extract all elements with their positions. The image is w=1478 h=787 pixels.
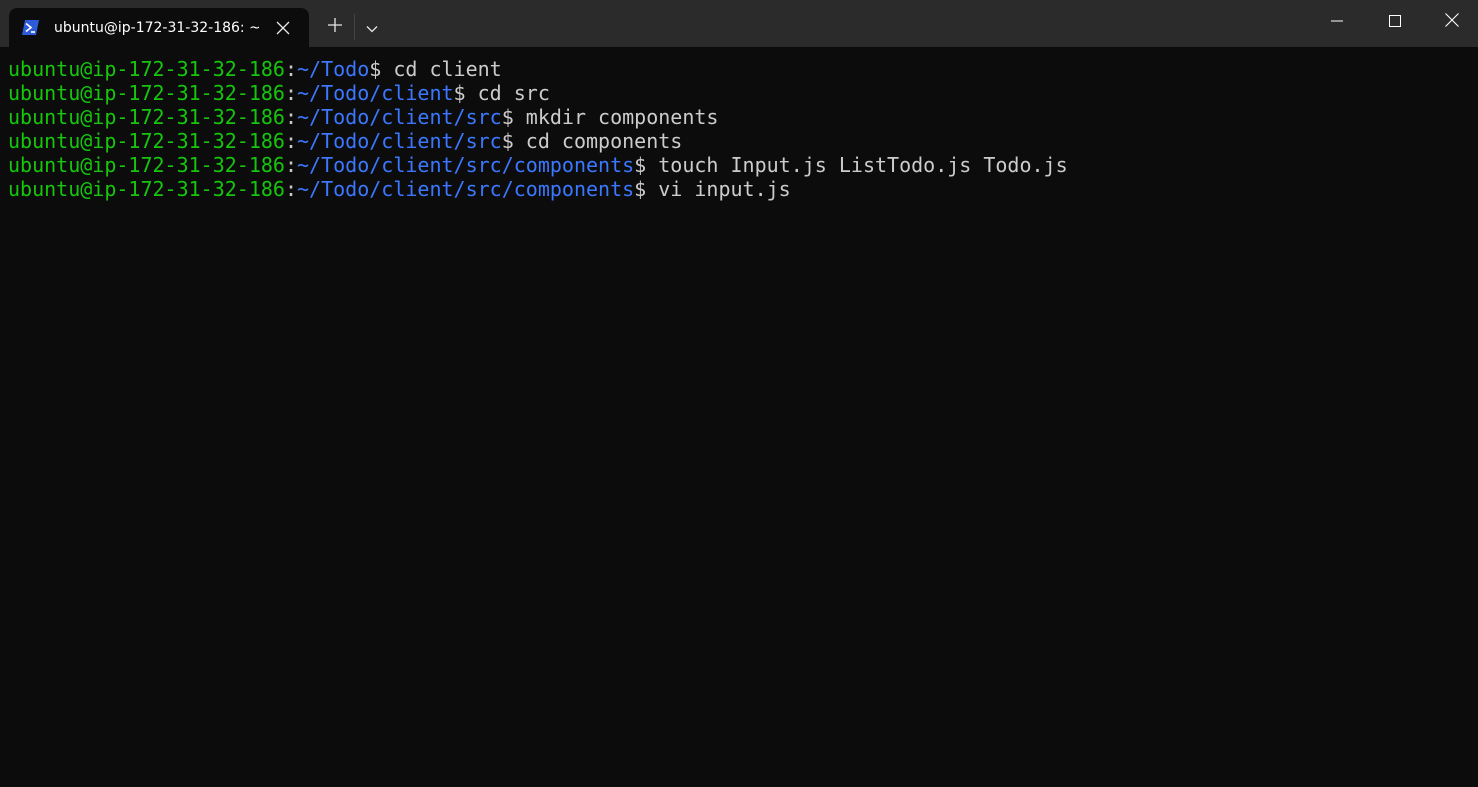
minimize-button[interactable] [1308, 0, 1365, 42]
minimize-icon [1330, 12, 1343, 31]
command-text: mkdir components [513, 105, 719, 129]
terminal-line: ubuntu@ip-172-31-32-186:~/Todo/client/sr… [8, 105, 1478, 129]
plus-icon [327, 17, 343, 37]
terminal-line: ubuntu@ip-172-31-32-186:~/Todo/client/sr… [8, 129, 1478, 153]
prompt-separator: : [284, 177, 297, 201]
command-text: cd src [465, 81, 550, 105]
prompt-path: ~/Todo/client/src [297, 129, 502, 153]
prompt-symbol: $ [634, 153, 647, 177]
prompt-separator: : [284, 81, 297, 105]
prompt-user: ubuntu@ip-172-31-32-186 [8, 57, 285, 81]
chevron-down-icon [366, 18, 378, 37]
prompt-symbol: $ [501, 129, 514, 153]
new-tab-button[interactable] [318, 11, 352, 43]
prompt-path: ~/Todo/client/src/components [297, 177, 635, 201]
command-text: vi input.js [646, 177, 791, 201]
terminal-line: ubuntu@ip-172-31-32-186:~/Todo/client/sr… [8, 153, 1478, 177]
close-window-button[interactable] [1423, 0, 1478, 42]
powershell-icon [22, 19, 39, 36]
maximize-button[interactable] [1366, 0, 1423, 42]
prompt-symbol: $ [453, 81, 466, 105]
tab-close-icon[interactable] [275, 20, 291, 36]
prompt-separator: : [284, 129, 297, 153]
prompt-separator: : [284, 153, 297, 177]
terminal-window: ubuntu@ip-172-31-32-186: ~/Todo/client/s… [0, 0, 1478, 787]
prompt-separator: : [284, 57, 297, 81]
prompt-user: ubuntu@ip-172-31-32-186 [8, 129, 285, 153]
prompt-symbol: $ [501, 105, 514, 129]
command-text: touch Input.js ListTodo.js Todo.js [646, 153, 1068, 177]
prompt-user: ubuntu@ip-172-31-32-186 [8, 105, 285, 129]
tab-separator [354, 14, 355, 40]
prompt-symbol: $ [369, 57, 382, 81]
terminal-line: ubuntu@ip-172-31-32-186:~/Todo/client/sr… [8, 177, 1478, 201]
close-icon [1444, 12, 1459, 31]
terminal-output[interactable]: ubuntu@ip-172-31-32-186:~/Todo$ cd clien… [0, 47, 1478, 787]
prompt-user: ubuntu@ip-172-31-32-186 [8, 177, 285, 201]
command-text: cd components [513, 129, 683, 153]
prompt-path: ~/Todo [297, 57, 370, 81]
prompt-path: ~/Todo/client/src/components [297, 153, 635, 177]
prompt-separator: : [284, 105, 297, 129]
prompt-path: ~/Todo/client/src [297, 105, 502, 129]
tab-title: ubuntu@ip-172-31-32-186: ~/Todo/client/s… [54, 20, 259, 36]
terminal-line: ubuntu@ip-172-31-32-186:~/Todo/client$ c… [8, 81, 1478, 105]
tab-dropdown-button[interactable] [358, 11, 386, 43]
prompt-symbol: $ [634, 177, 647, 201]
terminal-line: ubuntu@ip-172-31-32-186:~/Todo$ cd clien… [8, 57, 1478, 81]
prompt-user: ubuntu@ip-172-31-32-186 [8, 153, 285, 177]
maximize-icon [1388, 12, 1401, 31]
prompt-user: ubuntu@ip-172-31-32-186 [8, 81, 285, 105]
tab-active[interactable]: ubuntu@ip-172-31-32-186: ~/Todo/client/s… [9, 8, 309, 47]
title-bar: ubuntu@ip-172-31-32-186: ~/Todo/client/s… [0, 0, 1478, 47]
command-text: cd client [381, 57, 502, 81]
prompt-path: ~/Todo/client [297, 81, 454, 105]
